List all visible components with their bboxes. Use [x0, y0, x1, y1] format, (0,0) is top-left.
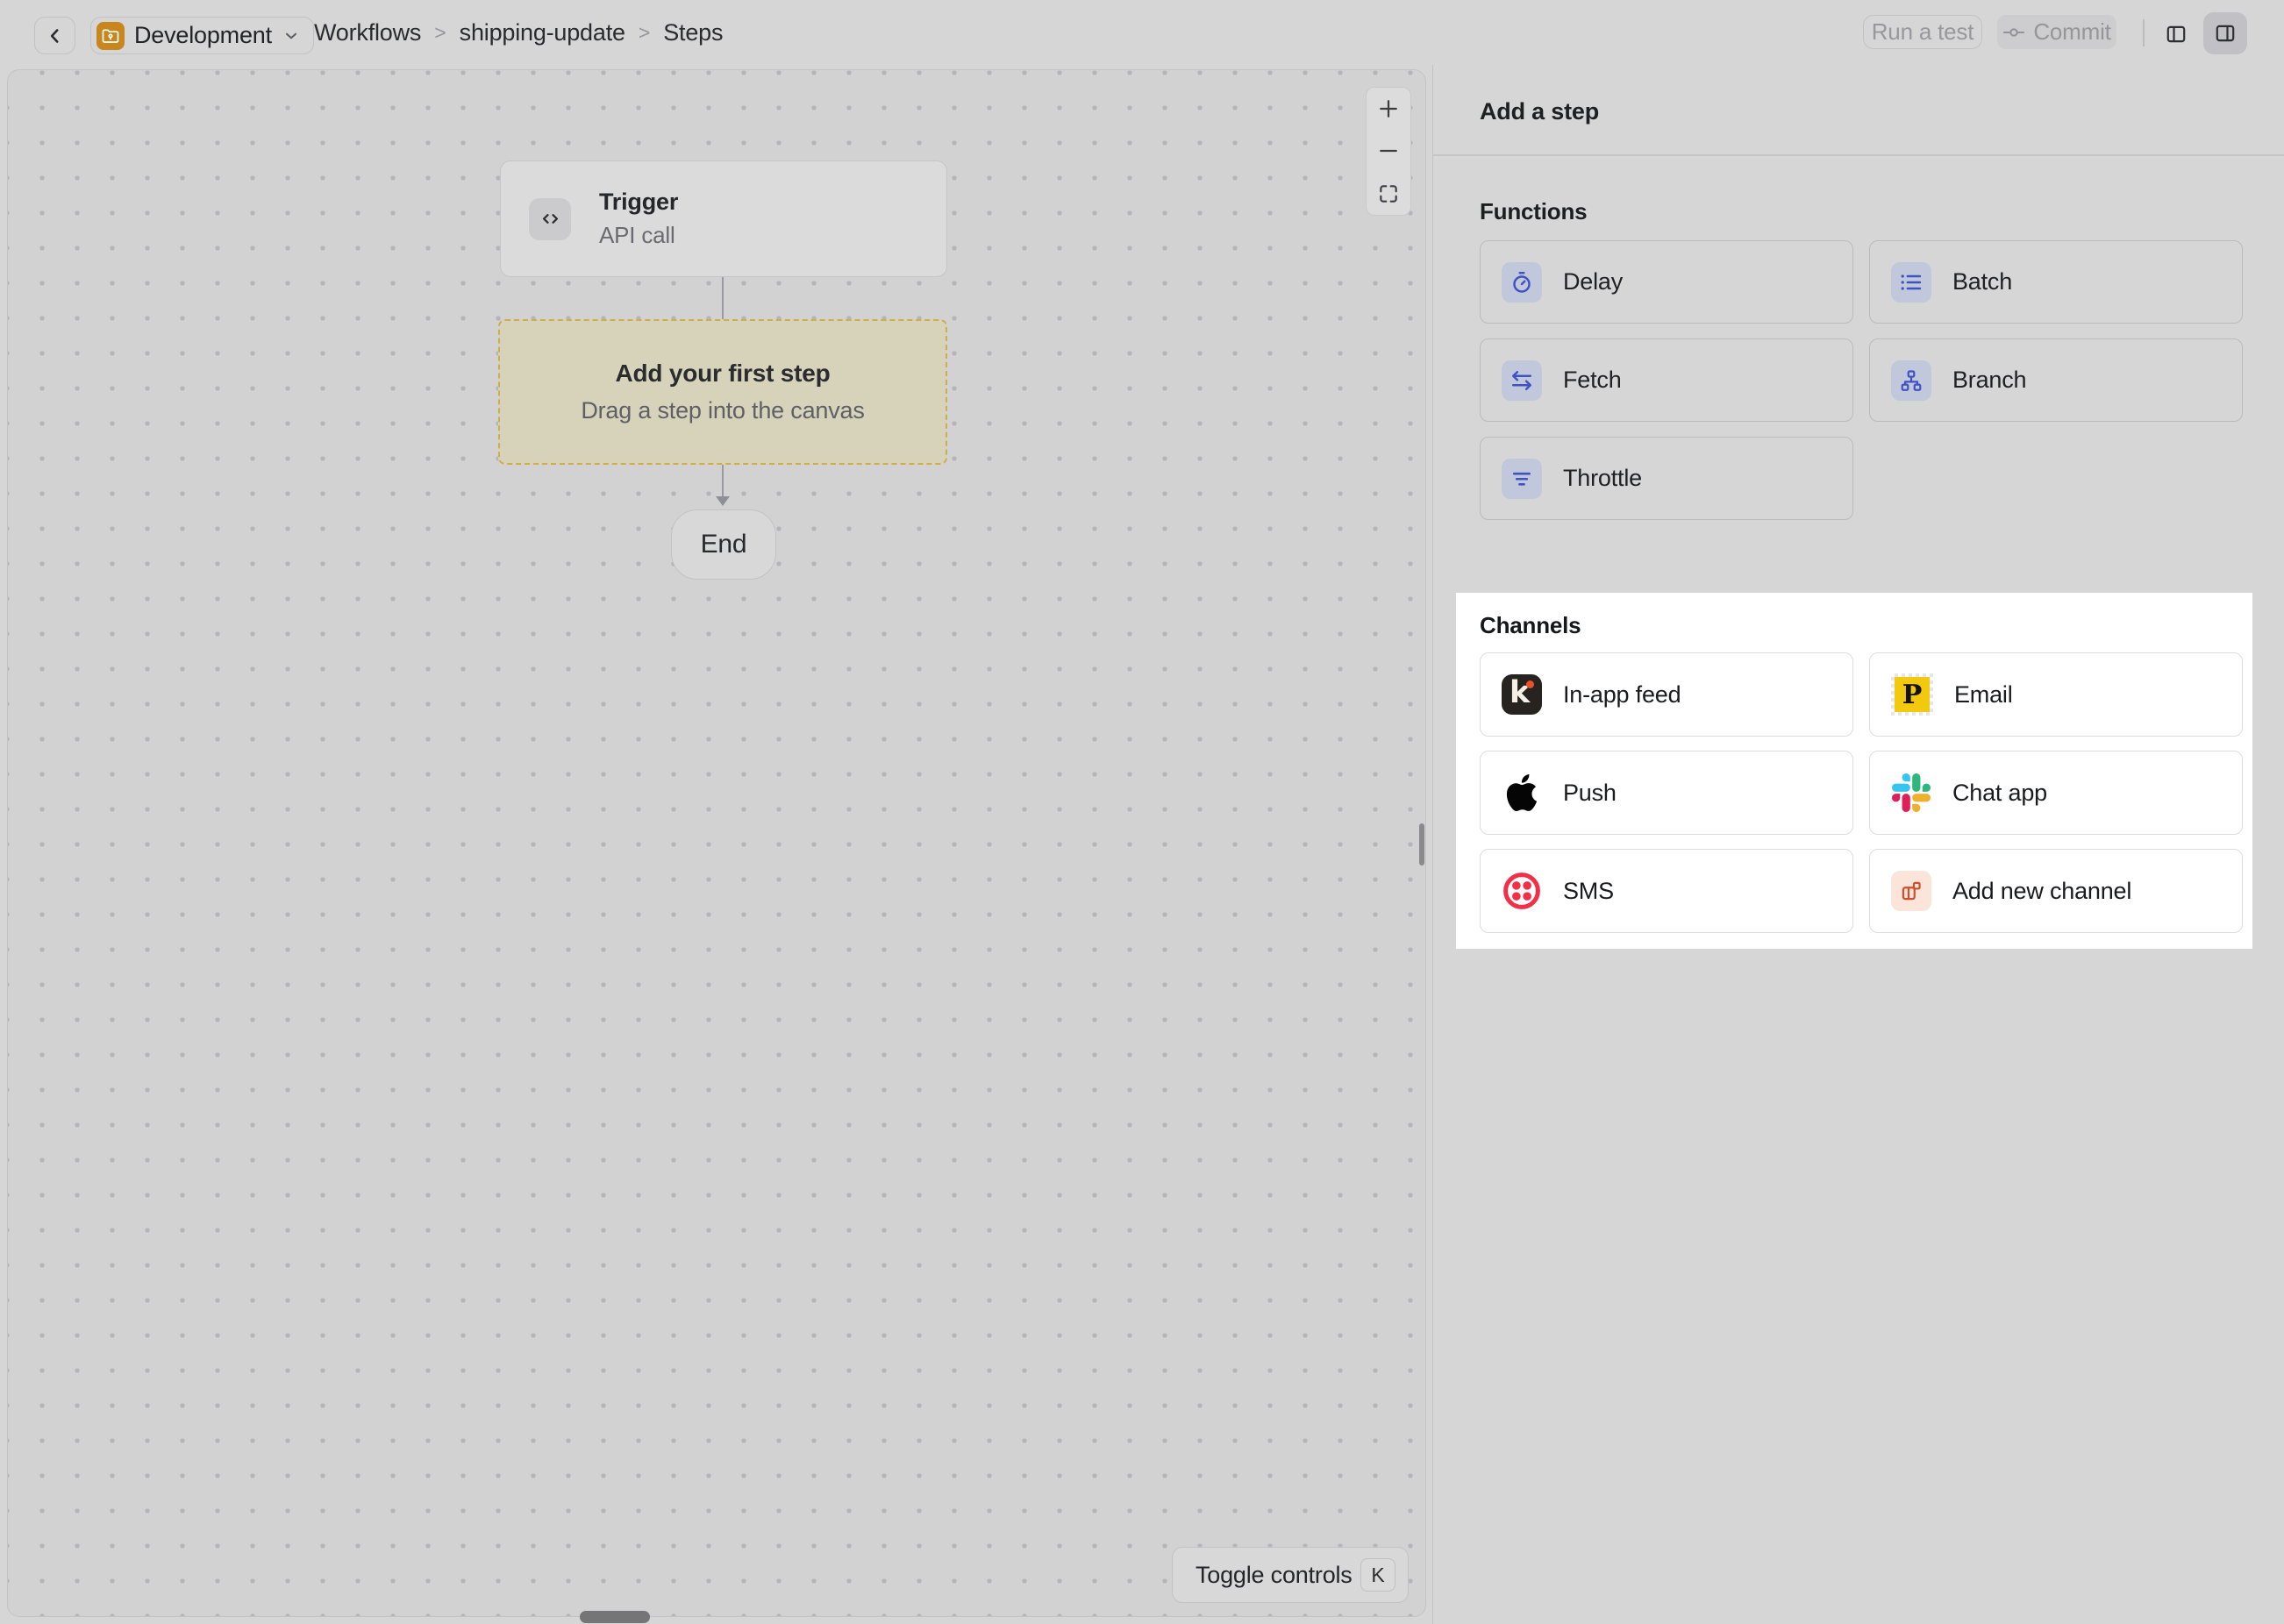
- breadcrumb-separator: >: [638, 21, 651, 45]
- trigger-node[interactable]: Trigger API call: [500, 160, 947, 277]
- breadcrumb-workflow-name[interactable]: shipping-update: [460, 19, 625, 46]
- step-card-sms[interactable]: SMS: [1480, 849, 1853, 933]
- environment-folder-icon: [96, 22, 125, 50]
- step-card-batch[interactable]: Batch: [1869, 240, 2243, 324]
- commit-label: Commit: [2033, 18, 2110, 46]
- panel-divider: [1432, 154, 2284, 156]
- throttle-lines-icon: [1502, 459, 1542, 499]
- step-card-add-new-channel[interactable]: Add new channel: [1869, 849, 2243, 933]
- step-card-delay[interactable]: Delay: [1480, 240, 1853, 324]
- slack-logo-icon: [1891, 773, 1931, 813]
- end-node-label: End: [701, 530, 747, 559]
- step-card-in-app-feed[interactable]: k In-app feed: [1480, 652, 1853, 737]
- step-card-chat-app[interactable]: Chat app: [1869, 751, 2243, 835]
- topbar-divider: [2143, 19, 2145, 46]
- fetch-arrows-icon: [1502, 360, 1542, 401]
- fit-view-button[interactable]: [1367, 173, 1410, 215]
- minus-icon: [1376, 139, 1401, 163]
- trigger-node-title: Trigger: [599, 189, 678, 216]
- dropzone-subtitle: Drag a step into the canvas: [581, 397, 864, 424]
- chevron-left-icon: [44, 25, 67, 47]
- environment-label: Development: [134, 22, 272, 49]
- keyboard-shortcut-badge: K: [1360, 1558, 1395, 1592]
- edge-placeholder-to-end: [722, 465, 724, 498]
- dropzone-title: Add your first step: [615, 360, 830, 388]
- vertical-scrollbar-thumb[interactable]: [1419, 823, 1424, 865]
- batch-list-icon: [1891, 262, 1931, 303]
- step-card-label: Push: [1563, 780, 1617, 807]
- step-card-push[interactable]: Push: [1480, 751, 1853, 835]
- top-bar: Development Workflows > shipping-update …: [0, 0, 2284, 65]
- trigger-node-subtitle: API call: [599, 222, 678, 249]
- step-card-label: Throttle: [1563, 465, 1642, 492]
- twilio-logo-icon: [1502, 871, 1542, 911]
- postmark-logo-icon: P: [1891, 673, 1933, 716]
- breadcrumb-workflows[interactable]: Workflows: [314, 19, 421, 46]
- zoom-in-button[interactable]: [1367, 88, 1410, 130]
- edge-trigger-to-placeholder: [722, 277, 724, 319]
- panel-right-icon: [2214, 22, 2237, 45]
- step-card-label: Delay: [1563, 268, 1623, 296]
- branch-tree-icon: [1891, 360, 1931, 401]
- add-channel-icon: [1891, 871, 1931, 911]
- toggle-controls-button[interactable]: Toggle controls K: [1172, 1547, 1409, 1603]
- channels-section-label: Channels: [1480, 612, 1581, 639]
- connector-arrowhead: [716, 496, 730, 506]
- breadcrumb-current-page: Steps: [663, 19, 723, 46]
- panel-title: Add a step: [1480, 98, 1599, 125]
- end-node: End: [671, 509, 776, 580]
- step-card-label: Chat app: [1952, 780, 2047, 807]
- horizontal-scrollbar-thumb[interactable]: [580, 1611, 650, 1623]
- zoom-out-button[interactable]: [1367, 130, 1410, 172]
- fit-view-icon: [1377, 182, 1400, 205]
- run-test-button[interactable]: Run a test: [1863, 15, 1982, 49]
- toggle-left-panel-button[interactable]: [2158, 16, 2195, 53]
- add-first-step-dropzone[interactable]: Add your first step Drag a step into the…: [498, 319, 947, 465]
- breadcrumb: Workflows > shipping-update > Steps: [314, 0, 723, 65]
- chevron-down-icon: [282, 26, 301, 46]
- toggle-controls-label: Toggle controls: [1196, 1562, 1353, 1589]
- canvas-zoom-controls: [1366, 87, 1411, 216]
- panel-left-icon: [2165, 23, 2188, 46]
- commit-icon: [2002, 21, 2025, 44]
- functions-section-label: Functions: [1480, 198, 1587, 225]
- environment-selector[interactable]: Development: [90, 17, 314, 54]
- apple-logo-icon: [1502, 773, 1542, 813]
- step-card-label: Email: [1954, 681, 2013, 709]
- step-card-label: Batch: [1952, 268, 2012, 296]
- step-card-email[interactable]: P Email: [1869, 652, 2243, 737]
- knock-logo-icon: k: [1502, 674, 1542, 715]
- step-card-label: Add new channel: [1952, 878, 2131, 905]
- back-button[interactable]: [34, 17, 75, 54]
- step-card-fetch[interactable]: Fetch: [1480, 338, 1853, 422]
- step-card-throttle[interactable]: Throttle: [1480, 437, 1853, 520]
- step-card-label: Fetch: [1563, 367, 1622, 394]
- step-card-label: SMS: [1563, 878, 1614, 905]
- step-card-label: Branch: [1952, 367, 2026, 394]
- plus-icon: [1376, 96, 1401, 121]
- commit-button[interactable]: Commit: [1997, 15, 2116, 49]
- step-card-branch[interactable]: Branch: [1869, 338, 2243, 422]
- step-card-label: In-app feed: [1563, 681, 1681, 709]
- code-icon: [529, 198, 571, 240]
- breadcrumb-separator: >: [433, 21, 446, 45]
- toggle-right-panel-button[interactable]: [2203, 12, 2247, 54]
- workflow-canvas[interactable]: Trigger API call Add your first step Dra…: [7, 69, 1426, 1617]
- delay-timer-icon: [1502, 262, 1542, 303]
